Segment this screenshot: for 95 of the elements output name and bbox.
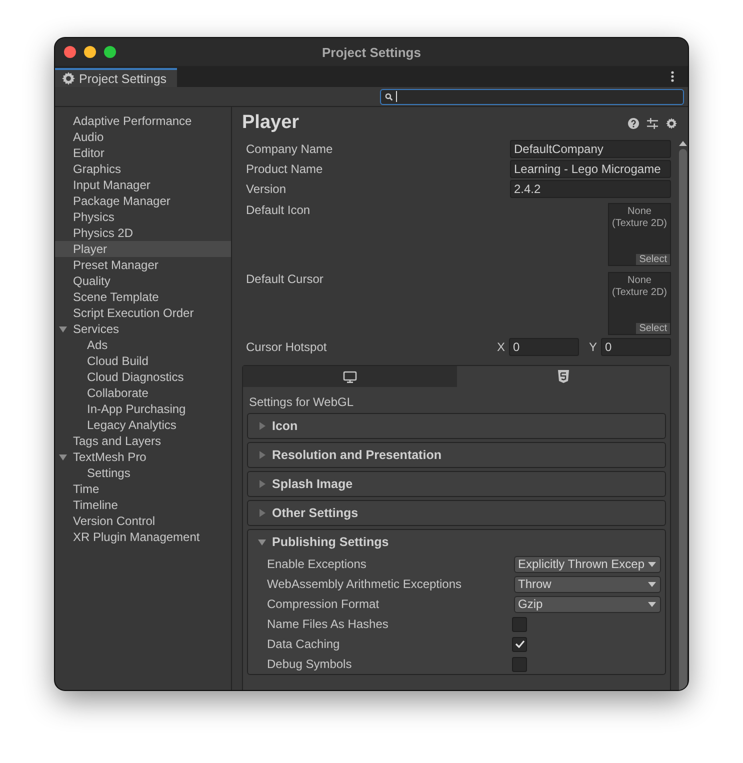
setting-label: Compression Format (267, 597, 380, 611)
sidebar-item[interactable]: Script Execution Order (55, 305, 231, 321)
settings-icon[interactable] (666, 118, 677, 128)
field-label: Company Name (246, 142, 333, 156)
setting-label: Enable Exceptions (267, 557, 366, 571)
editor-tab[interactable]: Project Settings (55, 68, 177, 87)
collapsed-triangle-icon[interactable] (258, 451, 266, 459)
foldout-header[interactable]: Other Settings (248, 501, 665, 525)
dropdown[interactable]: Throw (514, 576, 661, 592)
search-field[interactable] (380, 88, 684, 104)
setting-label: Data Caching (267, 637, 340, 651)
sliders-icon[interactable] (647, 118, 658, 128)
sidebar-item[interactable]: Scene Template (55, 289, 231, 305)
sidebar-item[interactable]: Audio (55, 129, 231, 145)
foldout-header[interactable]: Publishing Settings (248, 530, 665, 554)
select-button[interactable]: Select (636, 254, 670, 265)
dropdown-arrow-icon (648, 602, 656, 606)
field-label: Version (246, 182, 286, 196)
sidebar-item[interactable]: Adaptive Performance (55, 113, 231, 129)
checkbox[interactable] (512, 636, 527, 652)
text-field[interactable]: 2.4.2 (510, 180, 671, 198)
sidebar-item[interactable]: TextMesh Pro (55, 449, 231, 465)
panel-title: Player (242, 112, 300, 134)
platform-heading: Settings for WebGL (248, 394, 354, 411)
sidebar-item[interactable]: Physics 2D (55, 225, 231, 241)
sidebar-item[interactable]: Tags and Layers (55, 433, 231, 449)
sidebar-item[interactable]: Quality (55, 273, 231, 289)
expanded-triangle-icon[interactable] (258, 538, 266, 546)
text-field[interactable]: Learning - Lego Microgame (510, 160, 671, 178)
slot-type: (Texture 2D) (612, 218, 667, 230)
sidebar-item[interactable]: Legacy Analytics (55, 417, 231, 433)
scroll-up-arrow-icon[interactable] (678, 141, 686, 146)
sidebar-item[interactable]: Services (55, 321, 231, 337)
dropdown-arrow-icon (648, 562, 656, 566)
setting-label: Debug Symbols (267, 657, 352, 671)
setting-label: WebAssembly Arithmetic Exceptions (267, 577, 462, 591)
dropdown[interactable]: Explicitly Thrown Excep (514, 556, 661, 572)
sidebar-item[interactable]: Timeline (55, 497, 231, 513)
texture-slot[interactable]: None (Texture 2D) Select (608, 272, 671, 335)
collapsed-triangle-icon[interactable] (258, 509, 266, 517)
slot-value: None (628, 275, 652, 287)
sidebar-item[interactable]: Time (55, 481, 231, 497)
close-button[interactable] (64, 46, 76, 58)
sidebar-item[interactable]: Settings (55, 465, 231, 481)
field-label: Product Name (246, 162, 323, 176)
sidebar-item[interactable]: Package Manager (55, 193, 231, 209)
dropdown-arrow-icon (648, 582, 656, 586)
settings-icon (62, 72, 75, 85)
sidebar-item[interactable]: Collaborate (55, 385, 231, 401)
checkbox[interactable] (512, 616, 527, 632)
dropdown[interactable]: Gzip (514, 596, 661, 612)
window-title: Project Settings (322, 44, 421, 60)
minimize-button[interactable] (84, 46, 96, 58)
more-options-icon[interactable] (671, 71, 674, 82)
field-label: Cursor Hotspot (246, 340, 327, 354)
texture-slot[interactable]: None (Texture 2D) Select (608, 203, 671, 266)
axis-label: Y (588, 340, 597, 354)
field-label: Default Cursor (246, 272, 324, 286)
foldout-header[interactable]: Icon (248, 414, 665, 438)
foldout-header[interactable]: Resolution and Presentation (248, 443, 665, 467)
slot-value: None (628, 206, 652, 218)
select-button[interactable]: Select (636, 323, 670, 334)
text-field[interactable]: DefaultCompany (510, 140, 671, 158)
axis-label: X (496, 340, 505, 354)
help-icon[interactable] (628, 118, 639, 128)
collapsed-triangle-icon[interactable] (258, 480, 266, 488)
sidebar-item[interactable]: Preset Manager (55, 257, 231, 273)
sidebar-item[interactable]: Physics (55, 209, 231, 225)
sidebar-item[interactable]: Graphics (55, 161, 231, 177)
zoom-button[interactable] (104, 46, 116, 58)
sidebar-item[interactable]: XR Plugin Management (55, 529, 231, 545)
sidebar-item[interactable]: Ads (55, 337, 231, 353)
scrollbar[interactable] (677, 107, 688, 690)
checkmark-icon (514, 640, 524, 648)
search-icon (385, 92, 393, 100)
sidebar-item[interactable]: Version Control (55, 513, 231, 529)
sidebar-item[interactable]: Editor (55, 145, 231, 161)
number-field[interactable]: 0 (601, 338, 671, 356)
sidebar-item[interactable]: In-App Purchasing (55, 401, 231, 417)
sidebar-item[interactable]: Input Manager (55, 177, 231, 193)
field-label: Default Icon (246, 203, 310, 217)
number-field[interactable]: 0 (508, 338, 579, 356)
checkbox[interactable] (512, 656, 527, 672)
expanded-triangle-icon[interactable] (59, 325, 67, 333)
html5-shield-icon (558, 370, 569, 383)
monitor-icon (342, 370, 357, 382)
slot-type: (Texture 2D) (612, 287, 667, 299)
collapsed-triangle-icon[interactable] (258, 422, 266, 430)
foldout-header[interactable]: Splash Image (248, 472, 665, 496)
sidebar-item[interactable]: Cloud Build (55, 353, 231, 369)
platform-tab[interactable] (456, 366, 670, 387)
sidebar-item[interactable]: Player (55, 241, 231, 257)
expanded-triangle-icon[interactable] (59, 453, 67, 461)
sidebar-item[interactable]: Cloud Diagnostics (55, 369, 231, 385)
setting-label: Name Files As Hashes (267, 617, 388, 631)
